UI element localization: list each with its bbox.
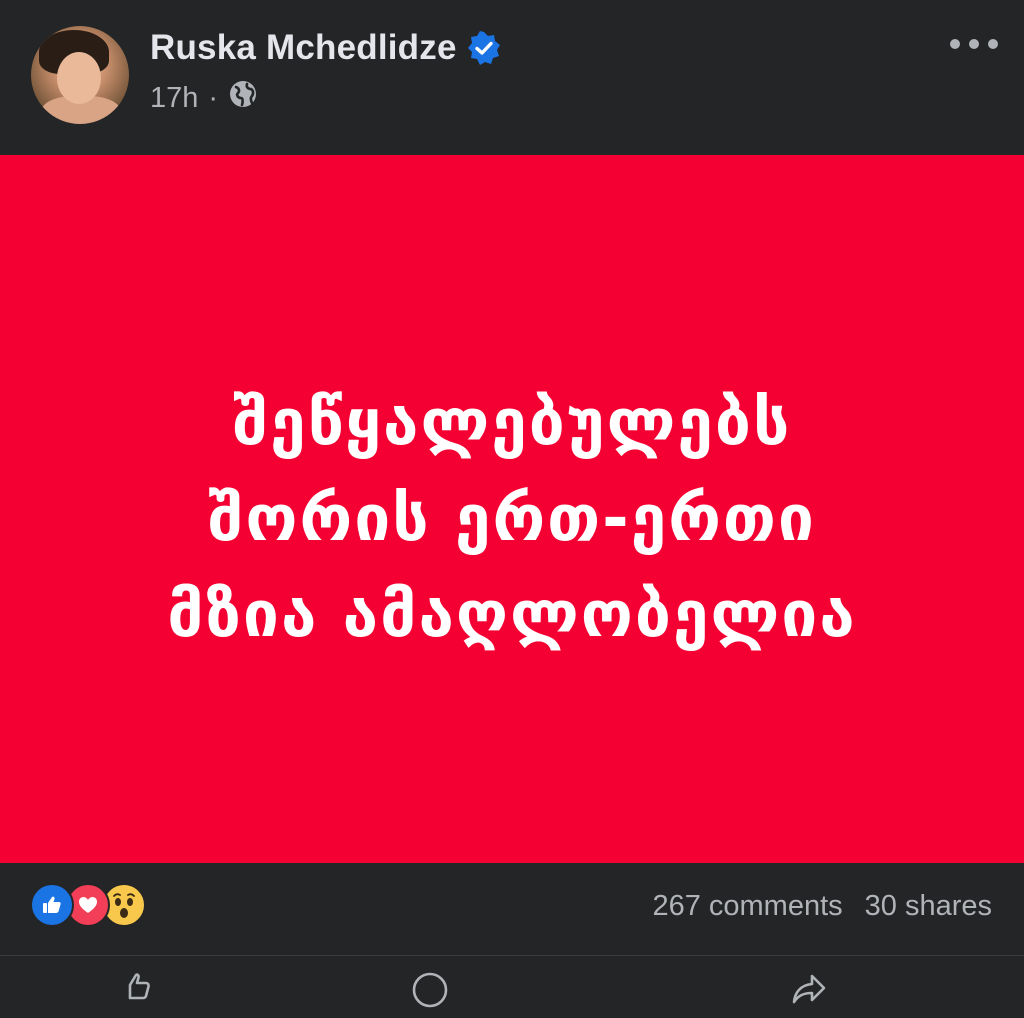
reaction-summary[interactable] [30,883,146,927]
share-icon [790,970,828,1016]
thumbs-up-icon [120,970,154,1012]
meta-separator: · [208,81,219,114]
engagement-counts: 267 comments 30 shares [652,886,992,926]
comment-icon [410,970,450,1018]
share-button[interactable] [790,970,828,1016]
avatar[interactable] [31,26,129,124]
post-text-card: შეწყალებულებს შორის ერთ-ერთი მზია ამაღლო… [0,155,1024,863]
more-options-icon[interactable] [950,36,998,52]
post-actions [0,955,1024,1008]
post-time[interactable]: 17h [150,82,198,115]
post-text-line: შორის ერთ-ერთი [208,482,816,556]
author-row: Ruska Mchedlidze [150,28,501,68]
globe-icon [228,79,258,117]
comments-count[interactable]: 267 comments [652,890,842,923]
like-button[interactable] [120,970,154,1012]
post-text-line: მზია ამაღლობელია [167,578,857,652]
like-reaction-icon [30,883,74,927]
post-meta: 17h · [150,80,258,116]
post-text-line: შეწყალებულებს [232,386,792,460]
post-header: Ruska Mchedlidze 17h · [0,0,1024,155]
shares-count[interactable]: 30 shares [865,890,992,923]
author-name[interactable]: Ruska Mchedlidze [150,28,457,68]
verified-badge-icon [467,31,501,65]
post-text: შეწყალებულებს შორის ერთ-ერთი მზია ამაღლო… [167,375,856,663]
comment-button[interactable] [410,970,450,1018]
